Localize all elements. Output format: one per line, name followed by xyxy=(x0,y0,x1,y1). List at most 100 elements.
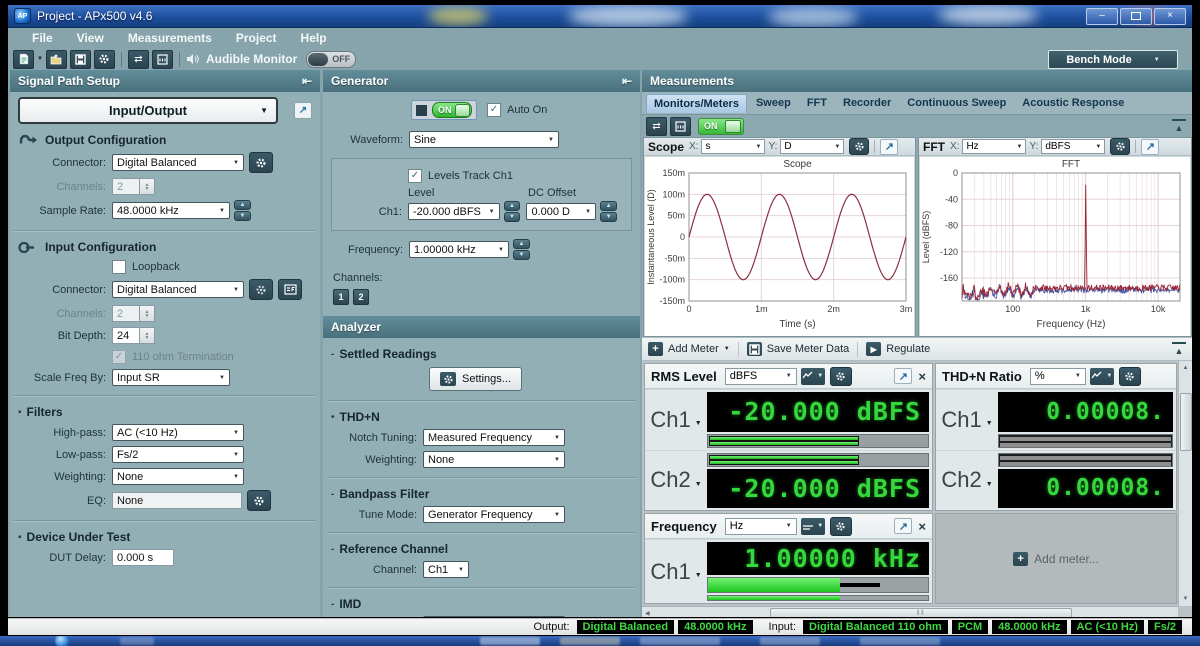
collapse-panel-icon[interactable]: ▲ xyxy=(1172,119,1186,134)
generator-on-toggle[interactable]: ON xyxy=(411,100,477,120)
meter-style-icon[interactable]: ▼ xyxy=(801,368,825,385)
auto-on-checkbox[interactable]: ✓ xyxy=(487,103,501,117)
fft-y-unit-select[interactable]: dBFS▼ xyxy=(1041,139,1105,154)
tab-sweep[interactable]: Sweep xyxy=(749,94,798,112)
scroll-up-icon[interactable]: ▲ xyxy=(1183,365,1189,371)
dc-offset-select[interactable]: 0.000 D ▼ xyxy=(526,203,596,220)
fft-x-unit-select[interactable]: Hz▼ xyxy=(962,139,1026,154)
thdn-settings-icon[interactable] xyxy=(1119,367,1141,386)
open-project-icon[interactable] xyxy=(46,50,67,69)
frequency-ch1-selector[interactable]: Ch1▼ xyxy=(645,540,707,603)
thdn-ch1-selector[interactable]: Ch1▼ xyxy=(936,390,998,450)
weighting-select[interactable]: None ▼ xyxy=(112,468,244,485)
taskbar-icon[interactable] xyxy=(760,637,820,645)
frequency-unit-select[interactable]: Hz▼ xyxy=(725,518,797,535)
scope-graph[interactable]: Scope150m100m50m0-50m-100m-150m01m2m3mIn… xyxy=(645,157,914,336)
close-button[interactable]: × xyxy=(1154,8,1186,25)
tune-mode-select[interactable]: Generator Frequency ▼ xyxy=(423,506,565,523)
new-project-icon[interactable] xyxy=(13,50,34,69)
meter-style-icon[interactable]: ▼ xyxy=(801,518,825,535)
scope-y-unit-select[interactable]: D▼ xyxy=(780,139,844,154)
output-connector-settings-icon[interactable] xyxy=(249,152,273,173)
tab-continuous-sweep[interactable]: Continuous Sweep xyxy=(900,94,1013,112)
imd-type-select[interactable]: SMPTE/DIN ▼ xyxy=(423,616,565,617)
dut-delay-field[interactable]: 0.000 s xyxy=(112,549,174,566)
bit-depth-stepper[interactable]: ▲▼ xyxy=(140,327,155,344)
signal-path-icon[interactable]: ⇄ xyxy=(646,117,667,136)
save-icon[interactable] xyxy=(70,50,91,69)
meter-style-icon[interactable]: ▼ xyxy=(1090,368,1114,385)
taskbar-icon[interactable] xyxy=(480,637,540,645)
taskbar-icon[interactable] xyxy=(560,637,620,645)
scale-freq-select[interactable]: Input SR ▼ xyxy=(112,369,230,386)
scrollbar-thumb[interactable] xyxy=(1180,393,1192,451)
gen-channel-1-button[interactable]: 1 xyxy=(333,289,349,305)
thdn-unit-select[interactable]: %▼ xyxy=(1030,368,1086,385)
add-meter-icon[interactable]: + xyxy=(648,342,663,356)
horizontal-scrollbar[interactable]: ◀ ⦀⦀ xyxy=(642,606,1178,617)
settings-gear-icon[interactable] xyxy=(94,50,115,69)
gen-frequency-stepper[interactable]: ▲▼ xyxy=(513,239,530,260)
fft-popout-icon[interactable]: ↗ xyxy=(1141,139,1159,155)
fft-settings-icon[interactable] xyxy=(1110,138,1130,155)
vertical-scrollbar[interactable]: ▲ ▼ xyxy=(1178,361,1192,606)
start-orb-icon[interactable] xyxy=(55,636,69,646)
high-pass-select[interactable]: AC (<10 Hz) ▼ xyxy=(112,424,244,441)
tab-fft[interactable]: FFT xyxy=(800,94,834,112)
rms-close-icon[interactable]: × xyxy=(918,369,926,384)
levels-track-checkbox[interactable]: ✓ xyxy=(408,169,422,183)
menu-file[interactable]: File xyxy=(20,29,65,47)
frequency-close-icon[interactable]: × xyxy=(918,519,926,534)
monitors-on-toggle[interactable]: ON xyxy=(698,118,744,135)
signal-path-icon[interactable]: ⇄ xyxy=(128,50,149,69)
sample-rate-select[interactable]: 48.0000 kHz ▼ xyxy=(112,202,230,219)
menu-measurements[interactable]: Measurements xyxy=(116,29,224,47)
output-channels-stepper[interactable]: ▲▼ xyxy=(140,178,155,195)
taskbar-icon[interactable] xyxy=(640,637,720,645)
new-project-caret-icon[interactable]: ▼ xyxy=(37,56,43,62)
rms-ch2-selector[interactable]: Ch2▼ xyxy=(645,451,707,511)
level-stepper[interactable]: ▲▼ xyxy=(504,201,521,222)
bench-mode-button[interactable]: Bench Mode ▼ xyxy=(1048,50,1178,69)
loopback-checkbox[interactable] xyxy=(112,260,126,274)
analyzer-weighting-select[interactable]: None ▼ xyxy=(423,451,565,468)
rms-popout-icon[interactable]: ↗ xyxy=(894,368,912,384)
menu-view[interactable]: View xyxy=(65,29,116,47)
sequence-icon[interactable] xyxy=(152,50,173,69)
rms-ch1-selector[interactable]: Ch1▼ xyxy=(645,390,707,450)
level-select[interactable]: -20.000 dBFS ▼ xyxy=(408,203,500,220)
save-meter-data-button[interactable]: Save Meter Data xyxy=(767,343,850,355)
input-meta-icon[interactable] xyxy=(278,279,302,300)
collapse-meters-icon[interactable]: ▲ xyxy=(1172,342,1186,357)
rms-settings-icon[interactable] xyxy=(830,367,852,386)
scroll-down-icon[interactable]: ▼ xyxy=(1183,596,1189,602)
gen-frequency-select[interactable]: 1.00000 kHz ▼ xyxy=(409,241,509,258)
sample-rate-stepper[interactable]: ▲▼ xyxy=(234,200,251,221)
menu-project[interactable]: Project xyxy=(224,29,289,47)
signal-path-selector[interactable]: Input/Output ▼ xyxy=(18,97,278,124)
taskbar-icon[interactable] xyxy=(860,637,940,645)
sequence-icon[interactable] xyxy=(670,117,691,136)
taskbar-icon[interactable] xyxy=(120,637,154,645)
bit-depth-value[interactable]: 24 xyxy=(112,327,140,344)
eq-settings-icon[interactable] xyxy=(247,490,271,511)
pin-icon[interactable]: ⇤ xyxy=(302,74,312,88)
tab-acoustic-response[interactable]: Acoustic Response xyxy=(1015,94,1131,112)
add-meter-button[interactable]: Add Meter xyxy=(668,343,719,355)
regulate-button[interactable]: Regulate xyxy=(886,343,930,355)
scrollbar-thumb[interactable]: ⦀⦀ xyxy=(770,608,1072,618)
waveform-select[interactable]: Sine ▼ xyxy=(409,131,559,148)
input-channels-stepper[interactable]: ▲▼ xyxy=(140,305,155,322)
low-pass-select[interactable]: Fs/2 ▼ xyxy=(112,446,244,463)
scroll-left-icon[interactable]: ◀ xyxy=(645,610,650,617)
scope-popout-icon[interactable]: ↗ xyxy=(880,139,898,155)
regulate-play-icon[interactable]: ▶ xyxy=(866,342,881,356)
thdn-ch2-selector[interactable]: Ch2▼ xyxy=(936,451,998,511)
dc-offset-stepper[interactable]: ▲▼ xyxy=(600,201,617,222)
pin-icon[interactable]: ⇤ xyxy=(622,74,632,88)
frequency-settings-icon[interactable] xyxy=(830,517,852,536)
audible-monitor-toggle[interactable]: OFF xyxy=(306,51,356,68)
tab-recorder[interactable]: Recorder xyxy=(836,94,898,112)
gen-channel-2-button[interactable]: 2 xyxy=(353,289,369,305)
output-connector-select[interactable]: Digital Balanced ▼ xyxy=(112,154,244,171)
